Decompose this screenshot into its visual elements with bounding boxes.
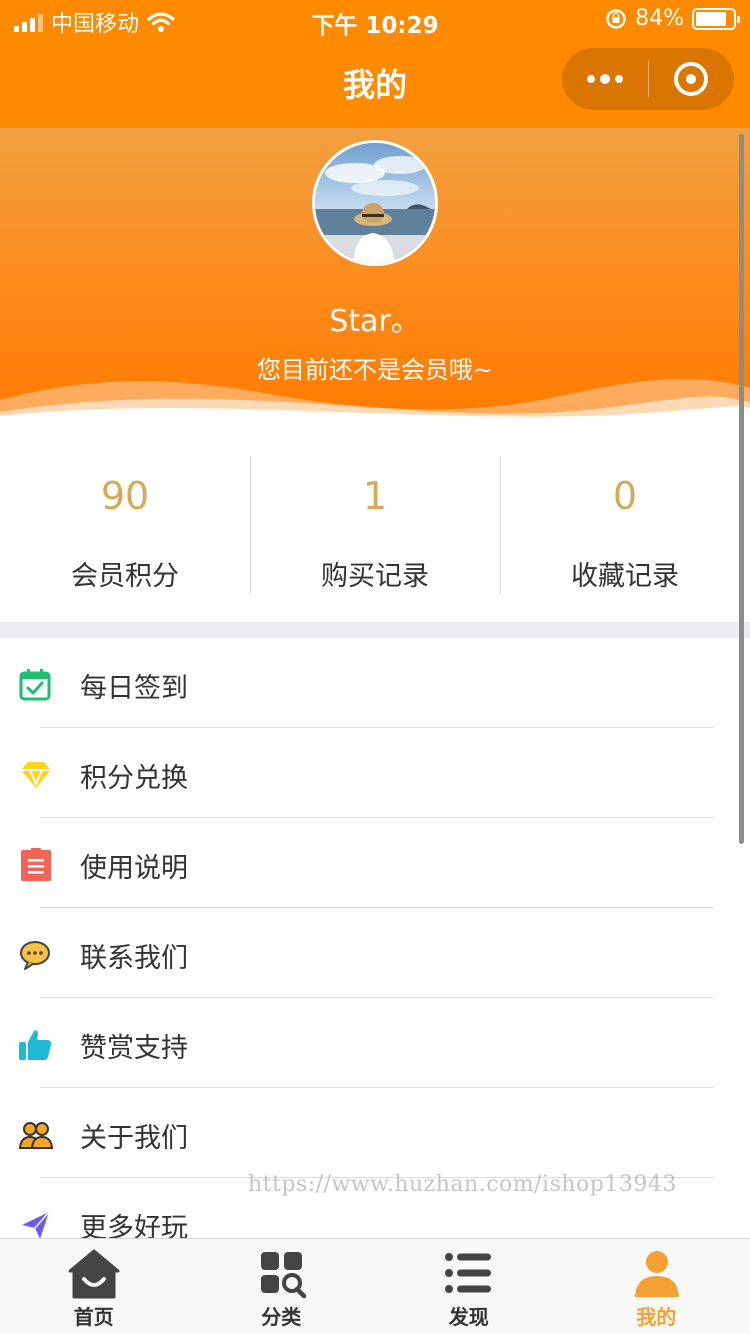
watermark-text: https://www.huzhan.com/ishop13943 [248, 1172, 677, 1197]
stat-points[interactable]: 90 会员积分 [0, 430, 250, 622]
menu-item-label: 积分兑换 [80, 763, 188, 794]
tab-mine[interactable]: 我的 [563, 1239, 750, 1334]
menu-item-label: 赞赏支持 [80, 1033, 188, 1064]
nav-bar: 我的 [0, 40, 750, 128]
list-icon [445, 1253, 491, 1293]
dot [614, 75, 623, 83]
category-icon [260, 1252, 306, 1299]
stat-value: 1 [362, 474, 388, 518]
mini-program-capsule [562, 48, 734, 110]
menu-item-label: 每日签到 [80, 673, 188, 704]
status-bar: 中国移动 下午 10:29 84% [0, 0, 750, 40]
users-icon [18, 1122, 54, 1149]
dot [599, 74, 610, 84]
menu-item-daily-checkin[interactable]: 每日签到 [0, 638, 750, 728]
stat-label: 购买记录 [321, 561, 429, 592]
rotation-lock-icon [606, 8, 626, 29]
more-menu-button[interactable] [562, 48, 648, 110]
stat-purchases[interactable]: 1 购买记录 [250, 430, 500, 622]
menu-item-instructions[interactable]: 使用说明 [0, 818, 750, 908]
chat-icon [20, 941, 50, 970]
menu-item-support[interactable]: 赞赏支持 [0, 998, 750, 1088]
menu-item-label: 联系我们 [80, 943, 188, 974]
target-icon [674, 62, 709, 96]
avatar[interactable] [312, 140, 438, 266]
stats-panel: 90 会员积分 1 购买记录 0 收藏记录 [0, 430, 750, 622]
clipboard-icon [21, 848, 51, 881]
home-icon [68, 1249, 120, 1299]
tab-label: 我的 [636, 1305, 677, 1329]
battery-icon [692, 7, 740, 30]
tab-label: 首页 [73, 1305, 114, 1329]
menu-item-about-us[interactable]: 关于我们 [0, 1088, 750, 1178]
status-right: 84% [605, 6, 740, 31]
tab-label: 分类 [261, 1305, 302, 1329]
stat-value: 90 [100, 474, 150, 518]
close-mini-program-button[interactable] [649, 48, 735, 110]
menu-item-points-exchange[interactable]: 积分兑换 [0, 728, 750, 818]
dot [586, 75, 595, 83]
stat-label: 会员积分 [71, 561, 179, 592]
battery-fill [696, 11, 727, 26]
thumbs-up-icon [19, 1030, 52, 1060]
avatar-image [315, 143, 435, 263]
stat-value: 0 [612, 474, 638, 518]
wave-decoration [0, 378, 750, 428]
section-divider [0, 622, 750, 638]
stat-label: 收藏记录 [571, 561, 679, 592]
calendar-check-icon [19, 669, 51, 701]
profile-header: Star。 您目前还不是会员哦~ [0, 128, 750, 428]
menu-item-label: 关于我们 [80, 1123, 188, 1154]
user-icon [634, 1251, 679, 1297]
menu-item-contact-us[interactable]: 联系我们 [0, 908, 750, 998]
tab-category[interactable]: 分类 [188, 1239, 376, 1334]
diamond-icon [21, 762, 51, 788]
scrollbar[interactable] [739, 134, 744, 844]
tab-discover[interactable]: 发现 [375, 1239, 563, 1334]
battery-percent: 84% [635, 6, 684, 31]
tab-label: 发现 [448, 1305, 489, 1329]
tab-bar: 首页 分类 发现 我的 [0, 1238, 750, 1334]
stat-favorites[interactable]: 0 收藏记录 [500, 430, 750, 622]
send-icon [22, 1211, 50, 1239]
tab-home[interactable]: 首页 [0, 1239, 188, 1334]
user-name: Star。 [329, 304, 421, 339]
menu-item-label: 使用说明 [80, 853, 188, 884]
